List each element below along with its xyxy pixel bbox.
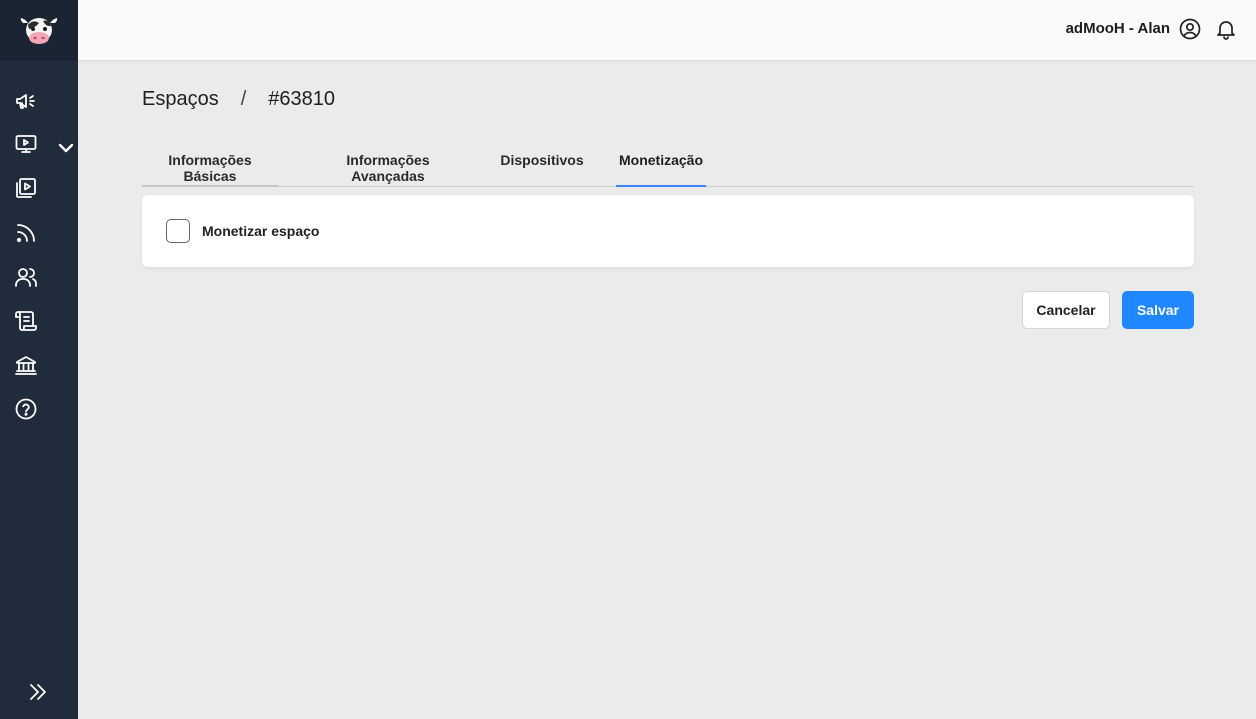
scroll-icon: [15, 311, 37, 331]
breadcrumb-separator: /: [240, 88, 247, 110]
megaphone-icon: [16, 94, 35, 109]
sidebar-item-finance[interactable]: [0, 345, 78, 385]
users-icon: [15, 268, 37, 287]
tab-dispositivos[interactable]: Dispositivos: [498, 140, 586, 187]
user-account-icon[interactable]: [1178, 17, 1202, 41]
media-library-icon: [16, 178, 36, 198]
save-button[interactable]: Salvar: [1122, 291, 1194, 329]
notification-bell-icon[interactable]: [1214, 17, 1238, 41]
breadcrumb-section[interactable]: Espaços: [142, 88, 219, 111]
monetization-card: Monetizar espaço: [142, 195, 1194, 267]
cancel-button[interactable]: Cancelar: [1022, 291, 1110, 329]
tab-monetizacao[interactable]: Monetização: [616, 140, 706, 187]
monetize-checkbox[interactable]: [166, 219, 190, 243]
sidebar-item-screens[interactable]: [0, 124, 78, 164]
user-name: adMooH - Alan: [1065, 20, 1170, 37]
sidebar-item-help[interactable]: [0, 389, 78, 429]
help-icon: [15, 398, 37, 420]
sidebar-item-feeds[interactable]: [0, 213, 78, 253]
chevron-down-icon[interactable]: [54, 136, 78, 160]
tab-bar: Informações Básicas Informações Avançada…: [142, 140, 1194, 187]
cow-logo-icon: [20, 17, 58, 44]
tab-informacoes-basicas[interactable]: Informações Básicas: [142, 140, 278, 187]
sidebar-item-users[interactable]: [0, 257, 78, 297]
sidebar-item-reports[interactable]: [0, 301, 78, 341]
monitor-play-icon: [15, 135, 37, 153]
sidebar-item-campaigns[interactable]: [0, 81, 78, 121]
sidebar: [0, 0, 78, 719]
breadcrumb: Espaços / #63810: [142, 88, 335, 111]
breadcrumb-current: #63810: [268, 88, 336, 110]
tab-informacoes-avancadas[interactable]: Informações Avançadas: [308, 140, 468, 187]
rss-icon: [16, 224, 35, 243]
monetize-checkbox-label[interactable]: Monetizar espaço: [202, 223, 319, 239]
top-bar: adMooH - Alan: [78, 0, 1256, 61]
cow-logo[interactable]: [0, 0, 78, 61]
expand-sidebar-icon[interactable]: [26, 680, 50, 704]
sidebar-item-media[interactable]: [0, 168, 78, 208]
bank-icon: [15, 356, 37, 375]
